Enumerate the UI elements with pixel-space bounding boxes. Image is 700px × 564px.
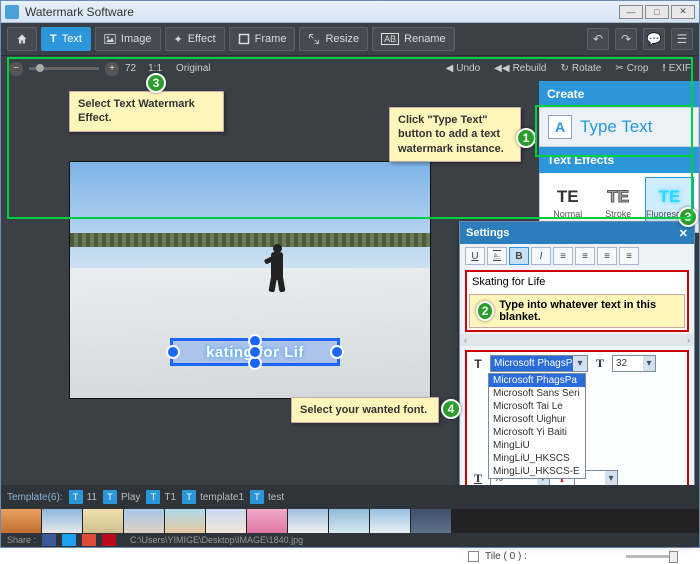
font-size-combo[interactable]: 32▾ bbox=[612, 355, 656, 372]
template-item[interactable]: Ttest bbox=[250, 490, 284, 504]
zoom-in-button[interactable]: + bbox=[105, 62, 119, 76]
tip-2-text: Type into whatever text in this blanket. bbox=[499, 299, 678, 323]
handle-center[interactable] bbox=[248, 345, 262, 359]
align-justify-button[interactable]: ≡ bbox=[619, 247, 639, 265]
rename-tab[interactable]: AB Rename bbox=[372, 27, 455, 51]
tip-3: Select Text Watermark Effect. bbox=[69, 91, 224, 132]
step-badge-3a: 3 bbox=[146, 73, 166, 93]
effect-tab[interactable]: ✦ Effect bbox=[165, 27, 225, 51]
step-badge-1: 1 bbox=[516, 128, 536, 148]
rename-icon: AB bbox=[381, 33, 399, 45]
window-maximize-button[interactable]: □ bbox=[645, 5, 669, 19]
font-option[interactable]: Microsoft Tai Le bbox=[489, 400, 585, 413]
font-option[interactable]: MingLiU_HKSCS bbox=[489, 452, 585, 465]
tip-1: Click "Type Text" button to add a text w… bbox=[389, 107, 521, 162]
template-item[interactable]: Ttemplate1 bbox=[182, 490, 244, 504]
font-option[interactable]: MingLiU_HKSCS-E bbox=[489, 465, 585, 478]
align-left-button[interactable]: ≡ bbox=[553, 247, 573, 265]
tile-checkbox[interactable] bbox=[468, 551, 479, 562]
align-center-button[interactable]: ≡ bbox=[575, 247, 595, 265]
create-panel-header: Create bbox=[539, 81, 699, 107]
settings-close-button[interactable]: ✕ bbox=[679, 227, 688, 240]
text-tab[interactable]: TText bbox=[41, 27, 91, 51]
rename-tab-label: Rename bbox=[404, 33, 446, 45]
tip-4: Select your wanted font. bbox=[291, 397, 439, 423]
font-option[interactable]: Microsoft Sans Seri bbox=[489, 387, 585, 400]
exif-button[interactable]: !EXIF bbox=[662, 63, 691, 74]
font-option[interactable]: Microsoft Uighur bbox=[489, 413, 585, 426]
tile-label: Tile ( 0 ) : bbox=[485, 551, 527, 562]
text-tab-label: Text bbox=[62, 33, 82, 45]
type-text-label: Type Text bbox=[580, 117, 652, 137]
template-item[interactable]: TPlay bbox=[103, 490, 140, 504]
zoom-percent: 72 bbox=[125, 63, 136, 74]
window-close-button[interactable]: ✕ bbox=[671, 5, 695, 19]
image-tab-label: Image bbox=[121, 33, 152, 45]
resize-tab[interactable]: Resize bbox=[299, 27, 368, 51]
font-family-combo[interactable]: Microsoft PhagsPa▾ bbox=[490, 355, 588, 372]
chevron-down-icon: ▾ bbox=[643, 356, 655, 371]
effect-tab-label: Effect bbox=[188, 33, 216, 45]
rotate-button[interactable]: ↻Rotate bbox=[560, 63, 601, 74]
step-badge-4: 4 bbox=[441, 399, 461, 419]
template-item[interactable]: T11 bbox=[69, 490, 97, 504]
share-twitter-icon[interactable] bbox=[62, 534, 76, 546]
status-path: C:\Users\YIMIGE\Desktop\IMAGE\1840.jpg bbox=[130, 535, 303, 545]
share-gplus-icon[interactable] bbox=[82, 534, 96, 546]
chat-button[interactable]: 💬 bbox=[643, 28, 665, 50]
type-text-icon: A bbox=[548, 115, 572, 139]
window-minimize-button[interactable]: — bbox=[619, 5, 643, 19]
share-facebook-icon[interactable] bbox=[42, 534, 56, 546]
share-pinterest-icon[interactable] bbox=[102, 534, 116, 546]
app-icon bbox=[5, 5, 19, 19]
align-right-button[interactable]: ≡ bbox=[597, 247, 617, 265]
share-label: Share : bbox=[7, 535, 36, 545]
tile-slider[interactable] bbox=[626, 555, 676, 558]
history-undo-button[interactable]: ↶ bbox=[587, 28, 609, 50]
settings-title: Settings bbox=[466, 227, 509, 239]
bold-button[interactable]: B bbox=[509, 247, 529, 265]
font-icon: T bbox=[470, 356, 486, 372]
thumbnail-strip[interactable] bbox=[1, 509, 699, 533]
font-option[interactable]: Microsoft Yi Baiti bbox=[489, 426, 585, 439]
chevron-down-icon: ▾ bbox=[573, 356, 587, 371]
rebuild-button[interactable]: ◀◀Rebuild bbox=[494, 63, 546, 74]
font-size-icon: T bbox=[592, 356, 608, 372]
step-badge-2: 2 bbox=[476, 301, 494, 321]
font-option[interactable]: MingLiU bbox=[489, 439, 585, 452]
history-redo-button[interactable]: ↷ bbox=[615, 28, 637, 50]
font-dropdown-list[interactable]: Microsoft PhagsPa Microsoft Sans Seri Mi… bbox=[488, 373, 586, 479]
preview-canvas[interactable]: kating for Lif bbox=[69, 161, 431, 399]
zoom-out-button[interactable]: − bbox=[9, 62, 23, 76]
window-title: Watermark Software bbox=[25, 5, 134, 19]
frame-tab-label: Frame bbox=[255, 33, 287, 45]
double-underline-button[interactable]: ⎁ bbox=[487, 247, 507, 265]
handle-right[interactable] bbox=[330, 345, 344, 359]
crop-button[interactable]: ✂Crop bbox=[615, 63, 648, 74]
undo-button[interactable]: ◀Undo bbox=[446, 63, 481, 74]
menu-button[interactable]: ☰ bbox=[671, 28, 693, 50]
template-label: Template(6): bbox=[7, 492, 63, 503]
text-effects-header: Text Effects bbox=[539, 147, 699, 173]
image-tab[interactable]: Image bbox=[95, 27, 161, 51]
type-text-button[interactable]: A Type Text bbox=[539, 107, 699, 147]
resize-tab-label: Resize bbox=[325, 33, 359, 45]
watermark-text-input[interactable] bbox=[467, 272, 687, 292]
watermark-selection-box[interactable]: kating for Lif bbox=[170, 338, 340, 366]
template-item[interactable]: TT1 bbox=[146, 490, 176, 504]
home-button[interactable] bbox=[7, 27, 37, 51]
frame-tab[interactable]: Frame bbox=[229, 27, 296, 51]
underline-button[interactable]: U bbox=[465, 247, 485, 265]
font-option[interactable]: Microsoft PhagsPa bbox=[489, 374, 585, 387]
italic-button[interactable]: I bbox=[531, 247, 551, 265]
zoom-slider[interactable] bbox=[29, 67, 99, 70]
step-badge-3b: 3 bbox=[678, 207, 698, 227]
effect-icon: ✦ bbox=[174, 33, 183, 46]
zoom-original-button[interactable]: Original bbox=[176, 63, 210, 74]
handle-left[interactable] bbox=[166, 345, 180, 359]
